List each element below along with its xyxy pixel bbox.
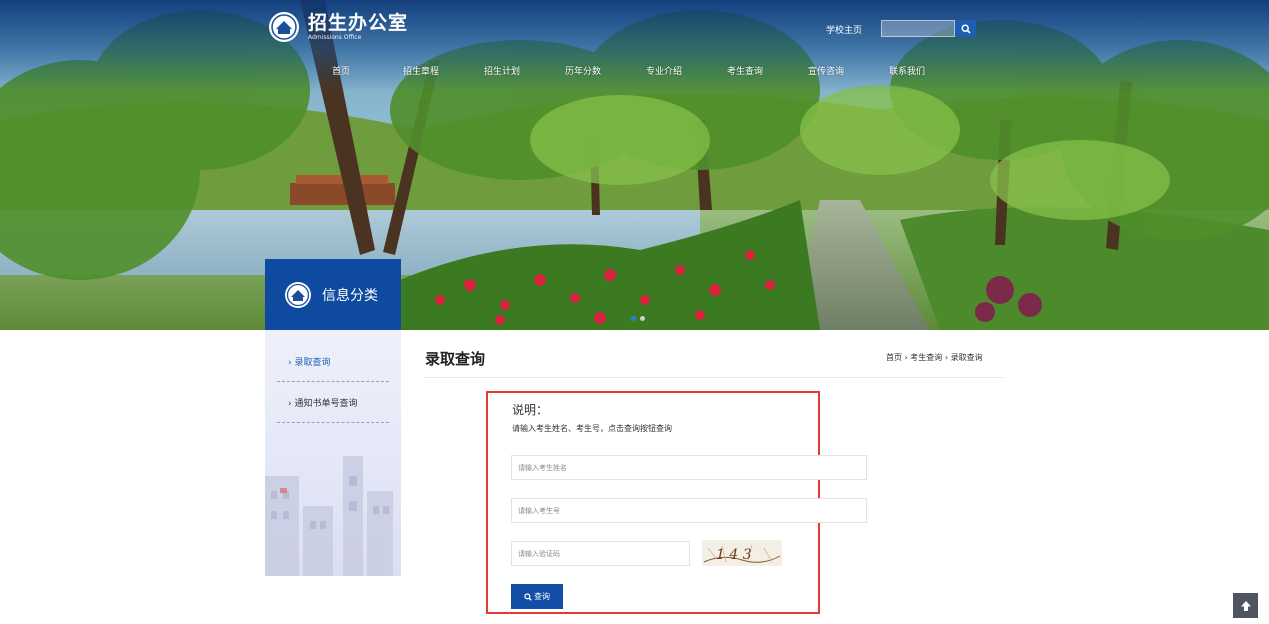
arrow-up-icon [1240,600,1251,611]
captcha-code: 1 4 3 [716,547,752,563]
candidate-name-input[interactable] [511,455,867,480]
slider-dot[interactable] [640,316,645,321]
search-icon [960,23,971,34]
breadcrumb-current: 录取查询 [950,353,983,362]
candidate-number-input[interactable] [511,498,867,523]
search-icon [524,592,532,601]
query-button-label: 查询 [534,592,550,601]
back-to-top-button[interactable] [1233,593,1258,618]
header-search-button[interactable] [955,20,976,37]
sidebar-building-illustration [265,456,393,576]
sidebar-item-notice-tracking[interactable]: › 通知书单号查询 [277,382,389,423]
breadcrumb-home[interactable]: 首页 [886,353,902,362]
nav-item-query[interactable]: 考生查询 [727,64,763,77]
header-search-input[interactable] [881,20,955,37]
breadcrumb: 首页 › 考生查询 › 录取查询 [886,352,983,363]
sidebar-title: 信息分类 [322,287,378,304]
nav-item-plan[interactable]: 招生计划 [484,64,520,77]
captcha-image[interactable]: 1 4 3 [702,540,782,566]
site-logo[interactable]: 招生办公室 Admissions Office [268,11,408,43]
sidebar-item-admission-query[interactable]: › 录取查询 [277,341,389,382]
captcha-input[interactable] [511,541,690,566]
page: 招生办公室 Admissions Office 学校主页 首页 招生章程 招生计… [0,0,1269,624]
instruction-label: 说明： [512,403,549,417]
hero-banner: 招生办公室 Admissions Office 学校主页 首页 招生章程 招生计… [0,0,1269,330]
nav-item-scores[interactable]: 历年分数 [565,64,601,77]
page-title: 录取查询 [425,350,486,368]
logo-subtitle: Admissions Office [308,34,362,41]
school-home-link[interactable]: 学校主页 [826,23,862,36]
header-shade [0,0,1269,92]
university-emblem-icon [285,281,311,308]
sidebar-header: 信息分类 [265,259,401,330]
logo-title: 招生办公室 [308,12,409,34]
nav-item-consult[interactable]: 宣传咨询 [808,64,844,77]
instruction-text: 请输入考生姓名、考生号，点击查询按钮查询 [512,424,672,433]
query-button[interactable]: 查询 [511,584,563,609]
slider-dot-active[interactable] [631,316,636,321]
nav-item-home[interactable]: 首页 [332,64,350,77]
title-divider [425,377,1003,378]
breadcrumb-parent[interactable]: 考生查询 [910,353,942,362]
nav-item-contact[interactable]: 联系我们 [889,64,925,77]
nav-item-charter[interactable]: 招生章程 [403,64,439,77]
breadcrumb-separator: › [942,353,951,362]
sidebar: › 录取查询 › 通知书单号查询 [265,330,401,576]
nav-item-majors[interactable]: 专业介绍 [646,64,682,77]
university-emblem-icon [269,12,299,42]
main-nav: 首页 招生章程 招生计划 历年分数 专业介绍 考生查询 宣传咨询 联系我们 [0,64,1269,78]
